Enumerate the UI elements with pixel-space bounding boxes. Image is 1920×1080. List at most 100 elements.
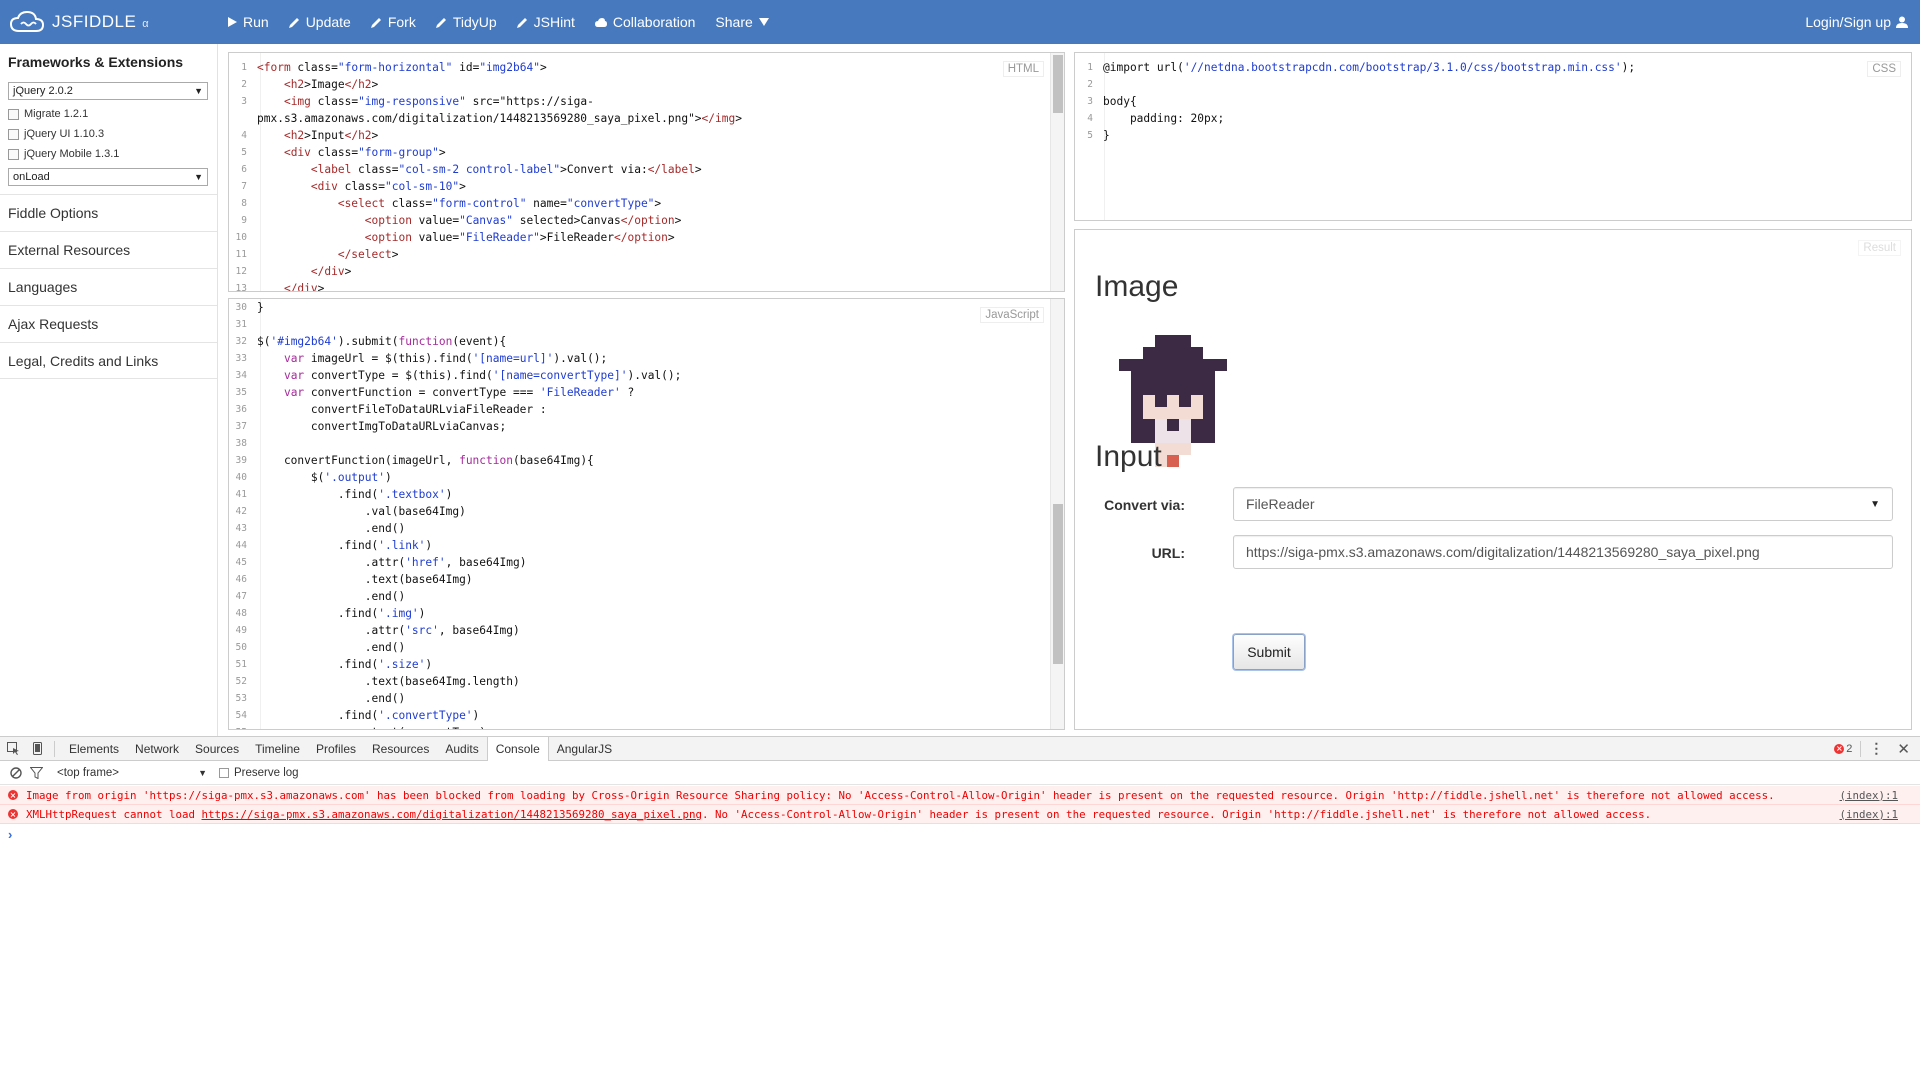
convert-type-value: FileReader [1246, 496, 1315, 512]
fork-icon [370, 17, 381, 28]
inspect-element-icon[interactable] [0, 742, 26, 755]
sidebar-item-external-resources[interactable]: External Resources [0, 231, 217, 268]
console-prompt[interactable]: › [0, 824, 1920, 844]
line-number: 9 [241, 215, 247, 226]
update-button[interactable]: Update [279, 0, 361, 44]
url-label: URL: [1151, 545, 1185, 561]
line-number: 10 [235, 232, 247, 243]
sidebar-item-ajax-requests[interactable]: Ajax Requests [0, 305, 217, 342]
console-source-link[interactable]: (index):1 [1839, 789, 1898, 802]
extension-checkbox-jquery-mobile[interactable]: jQuery Mobile 1.3.1 [0, 144, 217, 164]
error-icon: × [8, 809, 18, 819]
scroll-thumb[interactable] [1053, 504, 1063, 664]
code-line: 32 $('#img2b64').submit(function(event){ [229, 333, 1048, 350]
extension-label: Migrate 1.2.1 [24, 108, 89, 120]
checkbox-icon[interactable] [8, 148, 19, 160]
code-text: .end() [257, 590, 406, 603]
sidebar-item-legal[interactable]: Legal, Credits and Links [0, 342, 217, 379]
sidebar-item-label: Legal, Credits and Links [8, 352, 159, 369]
tab-timeline[interactable]: Timeline [247, 737, 308, 761]
share-label: Share [715, 14, 753, 30]
tab-network[interactable]: Network [127, 737, 187, 761]
url-input-value: https://siga-pmx.s3.amazonaws.com/digita… [1246, 544, 1760, 560]
console-error-row: × Image from origin 'https://siga-pmx.s3… [0, 786, 1920, 805]
scroll-thumb[interactable] [1053, 55, 1063, 113]
checkbox-icon[interactable] [219, 767, 229, 778]
tab-angularjs[interactable]: AngularJS [549, 737, 620, 761]
sidebar-item-fiddle-options[interactable]: Fiddle Options [0, 194, 217, 231]
sidebar-item-languages[interactable]: Languages [0, 268, 217, 305]
tab-resources[interactable]: Resources [364, 737, 437, 761]
js-scrollbar[interactable] [1050, 299, 1064, 729]
close-devtools-icon[interactable]: ✕ [1897, 740, 1910, 758]
preserve-log-checkbox[interactable]: Preserve log [219, 767, 299, 779]
sidebar-item-label: Languages [8, 279, 78, 295]
jshint-button[interactable]: JSHint [507, 0, 585, 44]
login-button[interactable]: Login/Sign up [1795, 0, 1920, 44]
filter-icon[interactable] [30, 766, 43, 779]
collaboration-button[interactable]: Collaboration [585, 0, 706, 44]
app-name: JSFIDDLE [52, 12, 137, 31]
html-code-area[interactable]: 1 <form class="form-horizontal" id="img2b… [229, 59, 1048, 292]
line-number: 3 [1087, 96, 1093, 107]
line-number: 47 [235, 591, 247, 602]
javascript-editor[interactable]: 30} 31 32 $('#img2b64').submit(function(eve… [228, 298, 1065, 730]
jsfiddle-logo[interactable]: JSFIDDLE α [0, 0, 218, 44]
checkbox-icon[interactable] [8, 128, 19, 140]
user-icon [1896, 16, 1908, 28]
checkbox-icon[interactable] [8, 108, 19, 120]
extension-checkbox-jquery-ui[interactable]: jQuery UI 1.10.3 [0, 124, 217, 144]
code-line: 51 .find('.size') [229, 656, 1048, 673]
device-mode-icon[interactable] [26, 742, 48, 755]
clear-console-icon[interactable] [10, 766, 22, 779]
code-text: .find('.textbox') [257, 488, 453, 501]
framework-select[interactable]: jQuery 2.0.2 ▼ [8, 82, 208, 100]
share-button[interactable]: Share [705, 0, 778, 44]
tab-sources[interactable]: Sources [187, 737, 247, 761]
code-text: var imageUrl = $(this).find('[name=url]'… [283, 352, 608, 365]
tab-profiles[interactable]: Profiles [308, 737, 364, 761]
extension-checkbox-migrate[interactable]: Migrate 1.2.1 [0, 104, 217, 124]
submit-button[interactable]: Submit [1233, 634, 1305, 670]
line-number: 13 [235, 283, 247, 292]
code-line: 39 convertFunction(imageUrl, function(ba… [229, 452, 1048, 469]
tab-console[interactable]: Console [486, 736, 549, 761]
console-source-link[interactable]: (index):1 [1839, 808, 1898, 821]
more-menu-icon[interactable]: ⋮ [1869, 740, 1883, 757]
collaboration-label: Collaboration [612, 14, 696, 30]
code-line: 38 [229, 435, 1048, 452]
frame-select-value: <top frame> [57, 766, 120, 779]
console-error-url-link[interactable]: https://siga-pmx.s3.amazonaws.com/digita… [202, 808, 703, 821]
css-code-area[interactable]: 1 @import url('//netdna.bootstrapcdn.com/… [1075, 59, 1895, 144]
frame-select[interactable]: <top frame> ▼ [57, 767, 207, 779]
code-line: 6 <label class="col-sm-2 control-label">… [229, 161, 1048, 178]
tab-elements[interactable]: Elements [61, 737, 127, 761]
code-text: .text(convertType) [251, 724, 486, 729]
convert-type-select[interactable]: FileReader ▼ [1233, 487, 1893, 521]
js-code-area[interactable]: 30} 31 32 $('#img2b64').submit(function(eve… [229, 299, 1048, 729]
code-line: 47 .end() [229, 588, 1048, 605]
line-number: 32 [235, 336, 247, 347]
html-editor[interactable]: 1 <form class="form-horizontal" id="img2b… [228, 52, 1065, 292]
code-text: .find('.size') [257, 658, 433, 671]
line-number: 41 [235, 489, 247, 500]
html-scrollbar[interactable] [1050, 53, 1064, 291]
line-number: 8 [241, 198, 247, 209]
line-number: 2 [241, 79, 247, 90]
extension-label: jQuery Mobile 1.3.1 [24, 148, 120, 160]
run-button[interactable]: Run [218, 0, 279, 44]
css-editor[interactable]: 1 @import url('//netdna.bootstrapcdn.com/… [1074, 52, 1912, 221]
url-input[interactable]: https://siga-pmx.s3.amazonaws.com/digita… [1233, 535, 1893, 569]
code-text: <h2>Input</h2> [283, 129, 379, 142]
tab-audits[interactable]: Audits [437, 737, 486, 761]
code-line: 37 convertImgToDataURLviaCanvas; [229, 418, 1048, 435]
sidebar-item-label: External Resources [8, 242, 131, 258]
tidyup-button[interactable]: TidyUp [426, 0, 507, 44]
fork-button[interactable]: Fork [361, 0, 426, 44]
line-number: 52 [235, 676, 247, 687]
load-type-select[interactable]: onLoad ▼ [8, 168, 208, 186]
console-error-row: × XMLHttpRequest cannot load https://sig… [0, 805, 1920, 824]
error-counter[interactable]: × 2 [1834, 743, 1852, 755]
